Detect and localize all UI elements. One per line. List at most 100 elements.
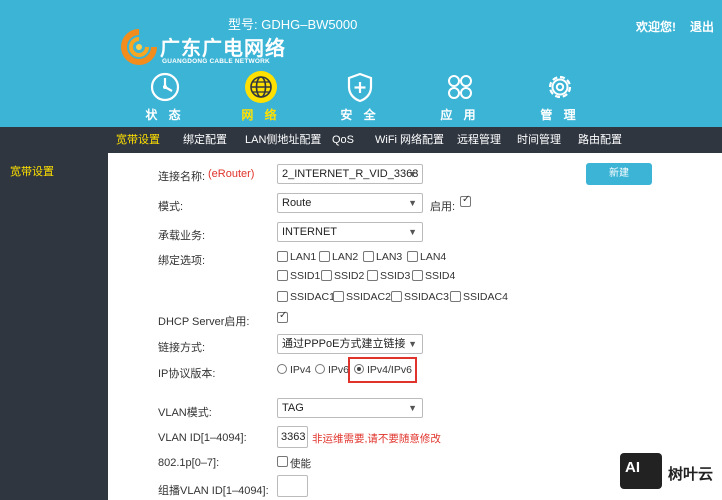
ipv4-label: IPv4 [290, 364, 312, 376]
vlan-mode-value: TAG [282, 402, 304, 414]
bind-ssid3-checkbox[interactable] [367, 270, 378, 281]
group-vlan-input[interactable] [277, 475, 308, 497]
chevron-down-icon: ▼ [408, 403, 417, 413]
bind-lan1-label: LAN1 [290, 251, 317, 263]
vlan-id-input[interactable]: 3363 [277, 426, 308, 448]
bind-ssid1-checkbox[interactable] [277, 270, 288, 281]
bind-ssidac2-label: SSIDAC2 [346, 291, 391, 303]
bind-ssidac1-checkbox[interactable] [277, 291, 288, 302]
ip-version-label: IP协议版本: [158, 368, 216, 380]
apps-grid-icon [448, 75, 472, 99]
chevron-down-icon: ▼ [408, 227, 417, 237]
ipv6-label: IPv6 [328, 364, 350, 376]
logo-chinese-text: 广东广电网络 [160, 36, 286, 60]
vlan-mode-select[interactable]: TAG ▼ [277, 398, 423, 418]
sub-navigation: 宽带设置 绑定配置 LAN侧地址配置 QoS WiFi 网络配置 远程管理 时间… [108, 127, 722, 153]
mode-select[interactable]: Route ▼ [277, 193, 423, 213]
enable-checkbox[interactable] [460, 194, 471, 207]
tab-binding[interactable]: 绑定配置 [183, 127, 227, 153]
enable-label: 启用: [430, 201, 456, 213]
bind-ssid3-label: SSID3 [380, 270, 411, 282]
ipv4-radio[interactable] [277, 364, 287, 374]
bind-lan4-checkbox[interactable] [407, 251, 418, 262]
conn-name-select[interactable]: 2_INTERNET_R_VID_3363 ▼ [277, 164, 423, 184]
bind-lan2-checkbox[interactable] [319, 251, 330, 262]
nav-security[interactable]: 安 全 [330, 70, 390, 122]
tab-broadband[interactable]: 宽带设置 [116, 127, 160, 153]
nav-status[interactable]: 状 态 [135, 70, 195, 122]
logo-swirl-icon [121, 29, 157, 65]
conn-name-value: 2_INTERNET_R_VID_3363 [282, 168, 419, 180]
nav-apps-label: 应 用 [440, 108, 480, 122]
nav-security-label: 安 全 [340, 108, 380, 122]
ipv6-radio[interactable] [315, 364, 325, 374]
bind-ssidac4-checkbox[interactable] [450, 291, 461, 302]
gear-icon [548, 75, 572, 99]
nav-management[interactable]: 管 理 [530, 70, 590, 122]
service-value: INTERNET [282, 226, 337, 238]
bind-lan3-checkbox[interactable] [363, 251, 374, 262]
nav-network-label: 网 络 [241, 108, 281, 122]
nav-management-label: 管 理 [540, 108, 580, 122]
p8021-enable-label: 使能 [290, 458, 311, 470]
dashboard-gauge-icon [150, 72, 180, 102]
logout-link[interactable]: 退出 [690, 18, 714, 35]
mode-label: 模式: [158, 201, 184, 213]
shield-plus-icon [347, 72, 373, 103]
conn-name-label: 连接名称: [158, 171, 206, 183]
watermark-badge-text: AI [625, 459, 640, 476]
welcome-text: 欢迎您! [636, 20, 676, 34]
bind-ssidac2-checkbox[interactable] [333, 291, 344, 302]
sidebar-item-broadband[interactable]: 宽带设置 [10, 163, 54, 179]
nav-apps[interactable]: 应 用 [430, 70, 490, 122]
nav-network[interactable]: 网 络 [231, 70, 291, 122]
vlan-warning: 非运维需要,请不要随意修改 [312, 433, 441, 445]
vlan-id-label: VLAN ID[1–4094]: [158, 432, 247, 444]
bind-ssidac4-label: SSIDAC4 [463, 291, 508, 303]
service-select[interactable]: INTERNET ▼ [277, 222, 423, 242]
logo-english-text: GUANGDONG CABLE NETWORK [162, 58, 270, 65]
tab-time[interactable]: 时间管理 [517, 127, 561, 153]
bind-ssidac1-label: SSIDAC1 [290, 291, 335, 303]
tab-remote[interactable]: 远程管理 [457, 127, 501, 153]
bind-ssid1-label: SSID1 [290, 270, 321, 282]
watermark-badge: AI [620, 453, 662, 489]
tab-lan-address[interactable]: LAN侧地址配置 [245, 127, 321, 153]
brand-logo: 广东广电网络 GUANGDONG CABLE NETWORK [120, 28, 290, 68]
bind-ssidac3-checkbox[interactable] [391, 291, 402, 302]
bind-label: 绑定选项: [158, 255, 206, 267]
p8021-checkbox[interactable] [277, 456, 288, 467]
group-vlan-label: 组播VLAN ID[1–4094]: [158, 485, 269, 497]
bind-lan4-label: LAN4 [420, 251, 447, 263]
sidebar: 宽带设置 [0, 153, 108, 500]
tab-qos[interactable]: QoS [332, 127, 354, 153]
globe-icon [245, 71, 277, 103]
sidebar-header [0, 127, 108, 153]
bind-ssid4-checkbox[interactable] [412, 270, 423, 281]
bind-ssid2-checkbox[interactable] [321, 270, 332, 281]
new-button[interactable]: 新建 [586, 163, 652, 185]
p8021-label: 802.1p[0–7]: [158, 457, 220, 469]
link-select[interactable]: 通过PPPoE方式建立链接 ▼ [277, 334, 423, 354]
bind-lan3-label: LAN3 [376, 251, 403, 263]
chevron-down-icon: ▼ [408, 198, 417, 208]
service-label: 承载业务: [158, 230, 206, 242]
tab-wifi[interactable]: WiFi 网络配置 [375, 127, 444, 153]
dhcp-checkbox[interactable] [277, 310, 288, 323]
bind-lan1-checkbox[interactable] [277, 251, 288, 262]
chevron-down-icon: ▼ [408, 169, 417, 179]
mode-value: Route [282, 197, 312, 209]
bind-lan2-label: LAN2 [332, 251, 359, 263]
highlight-box [348, 357, 417, 383]
link-value: 通过PPPoE方式建立链接 [282, 338, 406, 350]
bind-ssid4-label: SSID4 [425, 270, 456, 282]
bind-ssid2-label: SSID2 [334, 270, 365, 282]
bind-ssidac3-label: SSIDAC3 [404, 291, 449, 303]
top-header: 型号: GDHG–BW5000 广东广电网络 GUANGDONG CABLE N… [0, 0, 722, 127]
tab-routing[interactable]: 路由配置 [578, 127, 622, 153]
vlan-mode-label: VLAN模式: [158, 407, 212, 419]
dhcp-label: DHCP Server启用: [158, 316, 250, 328]
chevron-down-icon: ▼ [408, 339, 417, 349]
link-label: 链接方式: [158, 342, 206, 354]
watermark-text: 树叶云 [668, 466, 714, 483]
